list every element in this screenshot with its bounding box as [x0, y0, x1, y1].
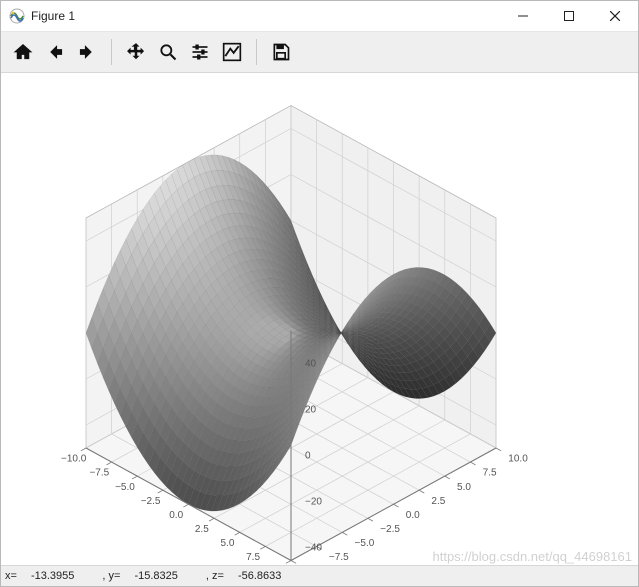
svg-text:−5.0: −5.0	[115, 482, 135, 493]
edit-curve-button[interactable]	[217, 37, 247, 67]
back-button[interactable]	[40, 37, 70, 67]
toolbar-separator	[256, 39, 257, 65]
maximize-button[interactable]	[546, 1, 592, 31]
zoom-icon	[158, 42, 178, 62]
home-button[interactable]	[8, 37, 38, 67]
status-z: , z=-56.8633	[206, 570, 296, 582]
home-icon	[13, 42, 33, 62]
status-y: , y=-15.8325	[102, 570, 192, 582]
svg-text:−7.5: −7.5	[329, 552, 349, 563]
svg-text:5.0: 5.0	[457, 482, 471, 493]
statusbar: x=-13.3955 , y=-15.8325 , z=-56.8633	[1, 565, 638, 586]
window-frame: Figure 1	[0, 0, 639, 587]
svg-text:20: 20	[305, 405, 317, 416]
svg-text:−40: −40	[305, 543, 322, 554]
minimize-button[interactable]	[500, 1, 546, 31]
svg-text:7.5: 7.5	[246, 552, 260, 563]
svg-text:−7.5: −7.5	[89, 468, 109, 479]
plot-canvas[interactable]: −10.0−7.5−5.0−2.50.02.55.07.510.0−10.0−7…	[1, 73, 638, 565]
status-x: x=-13.3955	[5, 570, 88, 582]
svg-text:2.5: 2.5	[431, 496, 445, 507]
svg-text:−2.5: −2.5	[141, 496, 161, 507]
window-title: Figure 1	[31, 9, 500, 23]
app-icon	[9, 8, 25, 24]
svg-text:−2.5: −2.5	[380, 524, 400, 535]
svg-text:−5.0: −5.0	[355, 538, 375, 549]
chart-line-icon	[222, 42, 242, 62]
save-button[interactable]	[266, 37, 296, 67]
toolbar-separator	[111, 39, 112, 65]
sliders-icon	[190, 42, 210, 62]
svg-text:0.0: 0.0	[406, 510, 420, 521]
svg-text:40: 40	[305, 359, 317, 370]
svg-text:5.0: 5.0	[220, 538, 234, 549]
svg-text:−10.0: −10.0	[61, 454, 87, 465]
toolbar	[1, 32, 638, 73]
configure-button[interactable]	[185, 37, 215, 67]
svg-text:10.0: 10.0	[508, 454, 528, 465]
svg-text:0.0: 0.0	[169, 510, 183, 521]
svg-text:−20: −20	[305, 497, 322, 508]
svg-text:2.5: 2.5	[195, 524, 209, 535]
arrow-left-icon	[45, 42, 65, 62]
arrow-right-icon	[77, 42, 97, 62]
surface-plot-svg: −10.0−7.5−5.0−2.50.02.55.07.510.0−10.0−7…	[1, 73, 638, 565]
zoom-button[interactable]	[153, 37, 183, 67]
forward-button[interactable]	[72, 37, 102, 67]
pan-button[interactable]	[121, 37, 151, 67]
svg-text:0: 0	[305, 451, 311, 462]
pan-icon	[126, 42, 146, 62]
window-buttons	[500, 1, 638, 31]
save-icon	[271, 42, 291, 62]
svg-text:7.5: 7.5	[483, 468, 497, 479]
titlebar[interactable]: Figure 1	[1, 1, 638, 32]
close-button[interactable]	[592, 1, 638, 31]
